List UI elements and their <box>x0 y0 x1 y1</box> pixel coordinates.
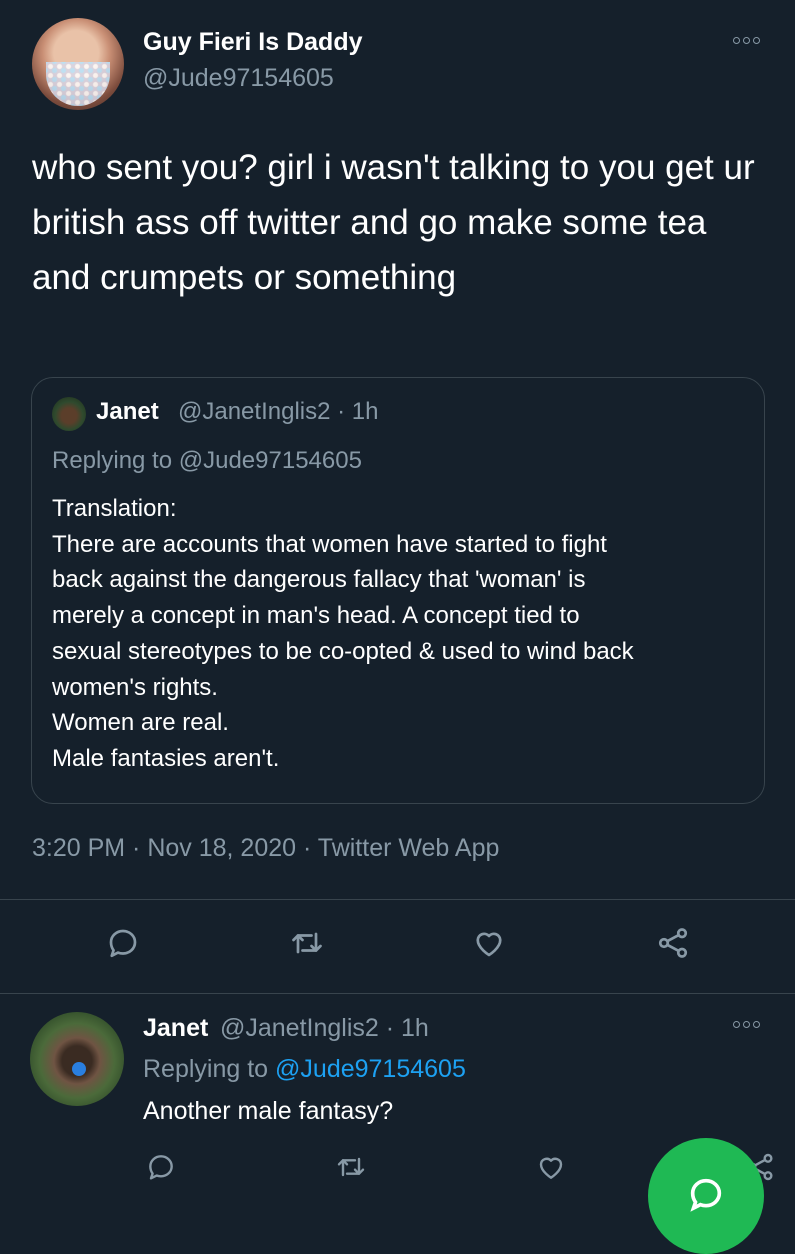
compose-button[interactable] <box>648 1138 764 1254</box>
more-icon[interactable] <box>733 1021 760 1028</box>
tweet-timestamp[interactable]: 3:20 PM · Nov 18, 2020 · Twitter Web App <box>32 834 499 863</box>
reply-author-meta[interactable]: @JanetInglis2 · 1h <box>220 1014 429 1043</box>
quoted-author-avatar <box>52 397 86 431</box>
quoted-line: Translation: <box>52 495 177 522</box>
reply-author-name[interactable]: Janet <box>143 1014 208 1043</box>
like-icon[interactable] <box>527 1143 575 1191</box>
quoted-line: There are accounts that women have start… <box>52 530 607 558</box>
quoted-line: Male fantasies aren't. <box>52 744 280 772</box>
quoted-line: women's rights. <box>52 673 218 701</box>
quoted-tweet-text: Translation: There are accounts that wom… <box>52 491 752 777</box>
like-icon[interactable] <box>465 919 513 967</box>
reply-text: Another male fantasy? <box>143 1097 394 1125</box>
reply-replying-to: Replying to @Jude97154605 <box>143 1055 466 1084</box>
tweet-text: who sent you? girl i wasn't talking to y… <box>32 148 755 297</box>
author-avatar[interactable] <box>32 18 124 110</box>
share-icon[interactable] <box>649 919 697 967</box>
reply-icon[interactable] <box>137 1143 185 1191</box>
reply-icon[interactable] <box>99 919 147 967</box>
divider <box>0 899 795 900</box>
quoted-author-meta: @JanetInglis2 · 1h <box>178 398 379 425</box>
retweet-icon[interactable] <box>283 919 331 967</box>
quoted-line: Women are real. <box>52 709 229 737</box>
quoted-author-name: Janet <box>96 398 159 425</box>
compose-icon <box>690 1178 722 1212</box>
quoted-line: sexual stereotypes to be co-opted & used… <box>52 637 634 665</box>
reply-author-avatar[interactable] <box>30 1012 124 1106</box>
quoted-line: merely a concept in man's head. A concep… <box>52 602 580 630</box>
author-name[interactable]: Guy Fieri Is Daddy <box>143 28 363 57</box>
quoted-replying-to: Replying to @Jude97154605 <box>52 447 362 474</box>
author-handle[interactable]: @Jude97154605 <box>143 64 334 93</box>
quoted-line: back against the dangerous fallacy that … <box>52 566 586 594</box>
retweet-icon[interactable] <box>327 1143 375 1191</box>
mention-link[interactable]: @Jude97154605 <box>275 1055 466 1083</box>
divider <box>0 993 795 994</box>
replying-prefix: Replying to <box>143 1055 276 1083</box>
more-icon[interactable] <box>733 37 760 44</box>
